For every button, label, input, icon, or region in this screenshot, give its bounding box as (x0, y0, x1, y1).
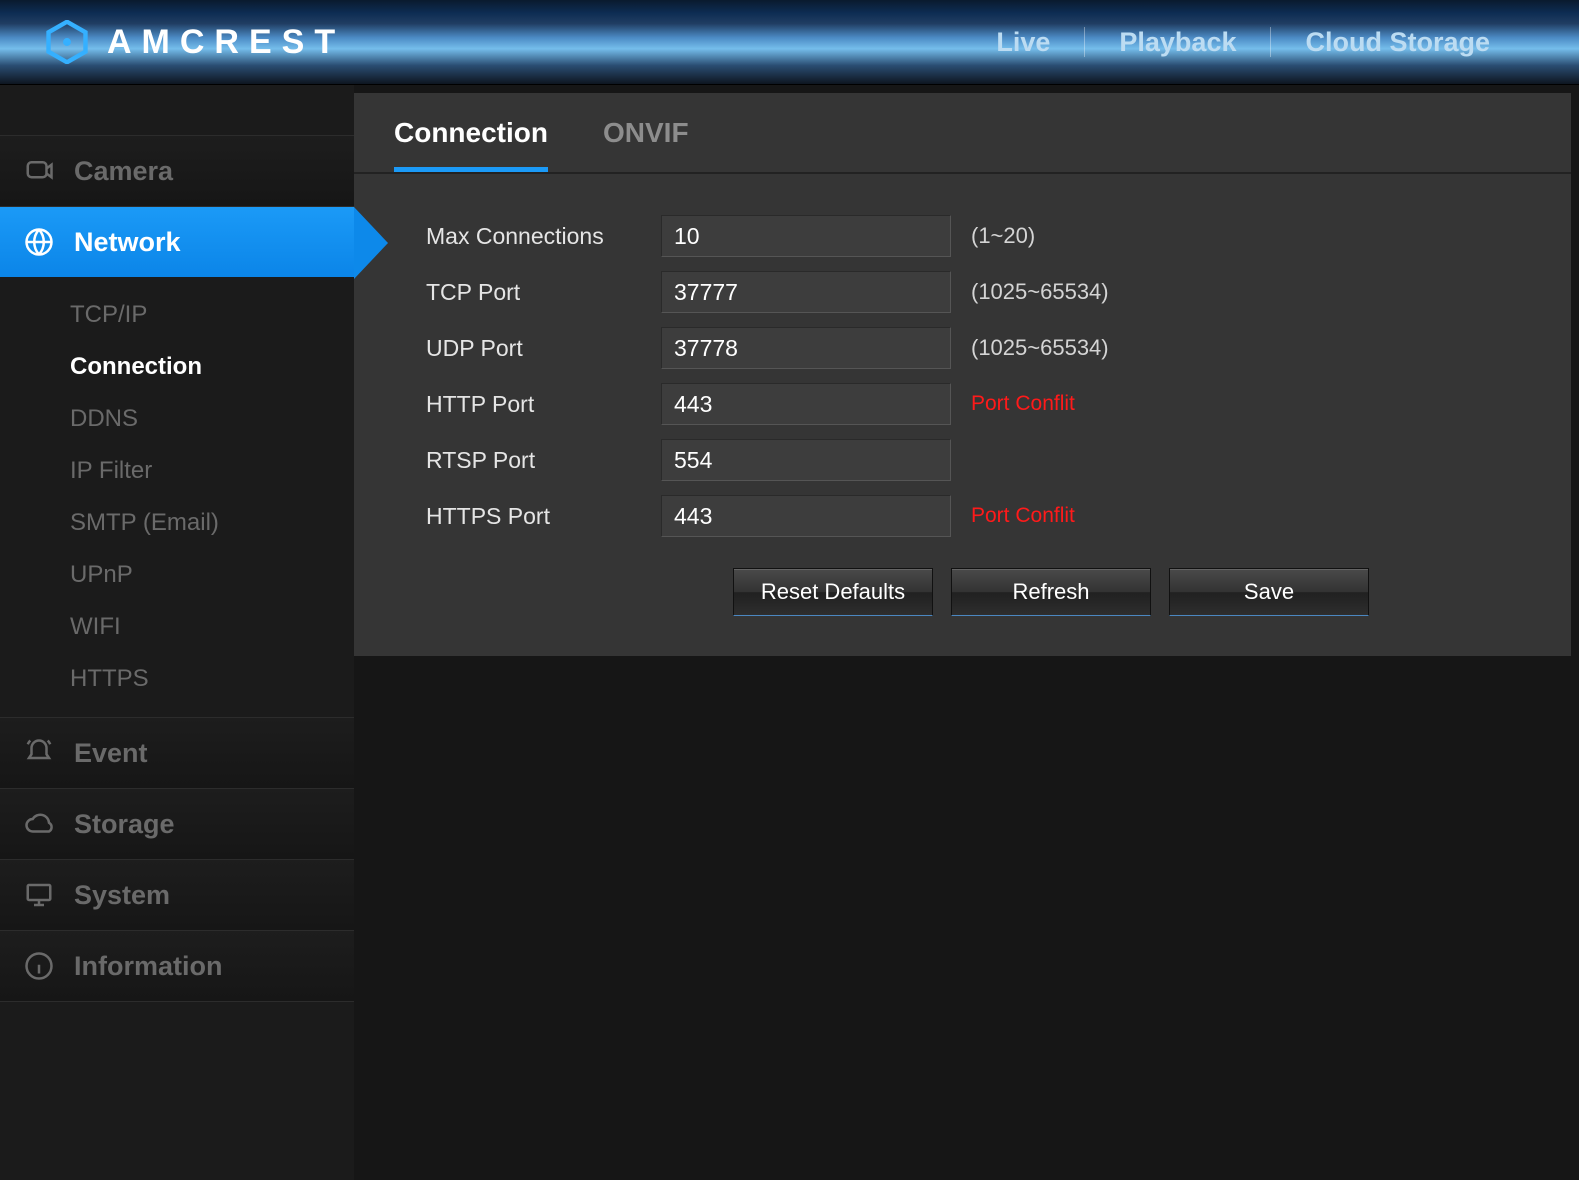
sidebar-item-label: Storage (74, 809, 175, 840)
top-nav: Live Playback Cloud Storage (962, 27, 1579, 58)
tab-onvif[interactable]: ONVIF (603, 117, 689, 172)
content-area: Connection ONVIF Max Connections (1~20) … (354, 85, 1579, 1180)
row-max-connections: Max Connections (1~20) (426, 208, 1571, 264)
sidebar-item-label: Information (74, 951, 223, 982)
bell-icon (22, 736, 56, 770)
save-button[interactable]: Save (1169, 568, 1369, 616)
monitor-icon (22, 878, 56, 912)
row-tcp-port: TCP Port (1025~65534) (426, 264, 1571, 320)
row-udp-port: UDP Port (1025~65534) (426, 320, 1571, 376)
settings-panel: Connection ONVIF Max Connections (1~20) … (354, 93, 1571, 656)
label-max-connections: Max Connections (426, 223, 661, 250)
label-rtsp-port: RTSP Port (426, 447, 661, 474)
header-bar: AMCREST Live Playback Cloud Storage (0, 0, 1579, 85)
sidebar-item-system[interactable]: System (0, 860, 354, 930)
label-http-port: HTTP Port (426, 391, 661, 418)
reset-defaults-button[interactable]: Reset Defaults (733, 568, 933, 616)
info-icon (22, 949, 56, 983)
hint-udp-port: (1025~65534) (971, 335, 1109, 361)
row-http-port: HTTP Port Port Conflit (426, 376, 1571, 432)
amcrest-logo-icon (45, 20, 89, 64)
brand-name: AMCREST (107, 23, 345, 62)
sidebar-item-event[interactable]: Event (0, 718, 354, 788)
sidebar-item-label: System (74, 880, 170, 911)
sidebar-sub-https[interactable]: HTTPS (0, 653, 354, 705)
row-https-port: HTTPS Port Port Conflit (426, 488, 1571, 544)
input-tcp-port[interactable] (661, 271, 951, 313)
tab-connection[interactable]: Connection (394, 117, 548, 172)
topnav-cloud-storage[interactable]: Cloud Storage (1271, 27, 1524, 58)
sidebar-item-label: Event (74, 738, 148, 769)
sidebar-item-storage[interactable]: Storage (0, 789, 354, 859)
button-row: Reset Defaults Refresh Save (426, 544, 1571, 616)
cloud-icon (22, 807, 56, 841)
row-rtsp-port: RTSP Port (426, 432, 1571, 488)
hint-http-port: Port Conflit (971, 392, 1075, 416)
input-udp-port[interactable] (661, 327, 951, 369)
topnav-playback[interactable]: Playback (1085, 27, 1270, 58)
sidebar-sub-tcpip[interactable]: TCP/IP (0, 289, 354, 341)
sidebar-item-network[interactable]: Network (0, 207, 354, 277)
sidebar-network-subs: TCP/IP Connection DDNS IP Filter SMTP (E… (0, 277, 354, 717)
hint-max-connections: (1~20) (971, 223, 1035, 249)
sidebar-sub-upnp[interactable]: UPnP (0, 549, 354, 601)
input-https-port[interactable] (661, 495, 951, 537)
sidebar-item-information[interactable]: Information (0, 931, 354, 1001)
input-http-port[interactable] (661, 383, 951, 425)
hint-tcp-port: (1025~65534) (971, 279, 1109, 305)
globe-icon (22, 225, 56, 259)
connection-form: Max Connections (1~20) TCP Port (1025~65… (354, 174, 1571, 616)
sidebar-sub-smtp[interactable]: SMTP (Email) (0, 497, 354, 549)
input-rtsp-port[interactable] (661, 439, 951, 481)
sidebar-sub-wifi[interactable]: WIFI (0, 601, 354, 653)
sidebar-sub-ddns[interactable]: DDNS (0, 393, 354, 445)
input-max-connections[interactable] (661, 215, 951, 257)
topnav-live[interactable]: Live (962, 27, 1084, 58)
sidebar-item-camera[interactable]: Camera (0, 136, 354, 206)
sidebar-sub-ipfilter[interactable]: IP Filter (0, 445, 354, 497)
refresh-button[interactable]: Refresh (951, 568, 1151, 616)
label-https-port: HTTPS Port (426, 503, 661, 530)
sidebar-sub-connection[interactable]: Connection (0, 341, 354, 393)
label-udp-port: UDP Port (426, 335, 661, 362)
camera-icon (22, 154, 56, 188)
sidebar-item-label: Camera (74, 156, 173, 187)
sidebar-item-label: Network (74, 227, 181, 258)
label-tcp-port: TCP Port (426, 279, 661, 306)
sidebar: Camera Network TCP/IP Connection DDNS IP… (0, 85, 354, 1180)
tab-bar: Connection ONVIF (354, 93, 1571, 172)
brand-logo: AMCREST (45, 20, 345, 64)
hint-https-port: Port Conflit (971, 504, 1075, 528)
